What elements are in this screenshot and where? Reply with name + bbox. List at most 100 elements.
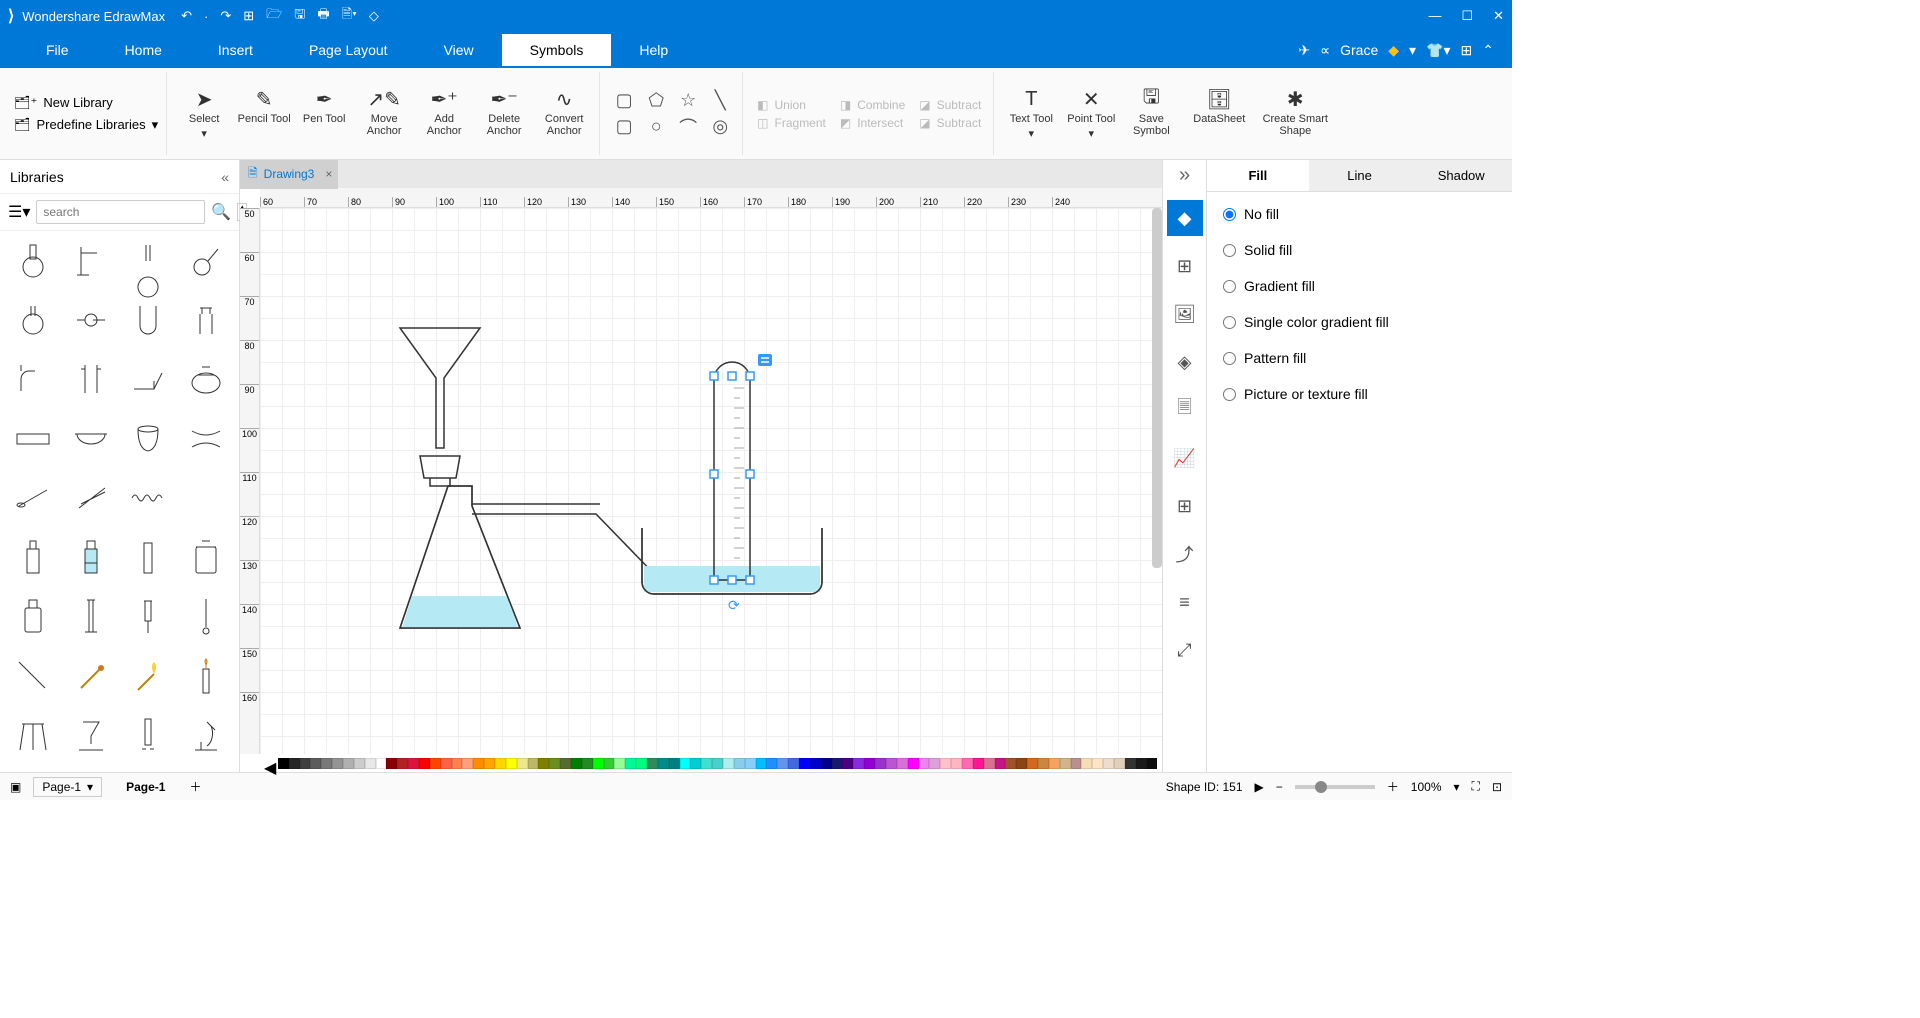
pen-tool[interactable]: ✒Pen Tool: [297, 87, 351, 125]
text-tool[interactable]: TText Tool▾: [1004, 87, 1058, 140]
color-swatch[interactable]: [1081, 758, 1092, 769]
fill-panel-icon[interactable]: ◆: [1167, 200, 1203, 236]
color-swatch[interactable]: [495, 758, 506, 769]
color-swatch[interactable]: [701, 758, 712, 769]
tshirt-icon[interactable]: 👕▾: [1426, 42, 1450, 59]
star-shape[interactable]: ☆: [678, 91, 698, 111]
fill-option-gradient[interactable]: Gradient fill: [1223, 278, 1496, 294]
shape-connector[interactable]: [64, 296, 118, 344]
fill-option-nofill[interactable]: No fill: [1223, 206, 1496, 222]
search-input[interactable]: [36, 200, 205, 224]
page-selector[interactable]: Page-1▾: [33, 777, 102, 797]
color-swatch[interactable]: [452, 758, 463, 769]
color-swatch[interactable]: [1027, 758, 1038, 769]
save-icon[interactable]: 🖫: [294, 5, 305, 27]
color-swatch[interactable]: [723, 758, 734, 769]
color-swatch[interactable]: [842, 758, 853, 769]
shape-microscope[interactable]: [179, 711, 233, 759]
shape-tweezers[interactable]: [64, 474, 118, 522]
color-swatch[interactable]: [376, 758, 387, 769]
color-swatch[interactable]: [886, 758, 897, 769]
prop-tab-fill[interactable]: Fill: [1207, 160, 1309, 191]
shape-tray[interactable]: [6, 415, 60, 463]
color-swatch[interactable]: [821, 758, 832, 769]
color-swatch[interactable]: [636, 758, 647, 769]
color-swatch[interactable]: [1103, 758, 1114, 769]
color-swatch[interactable]: [951, 758, 962, 769]
page-tab[interactable]: Page-1: [114, 778, 177, 796]
color-swatch[interactable]: [549, 758, 560, 769]
zoom-in-icon[interactable]: ＋: [1387, 778, 1399, 795]
canvas-scrollbar-v[interactable]: [1152, 208, 1162, 568]
minimize-icon[interactable]: —: [1428, 8, 1441, 24]
add-page-icon[interactable]: ＋: [189, 778, 201, 795]
color-swatch[interactable]: [419, 758, 430, 769]
color-swatch[interactable]: [832, 758, 843, 769]
radio-gradient[interactable]: [1223, 280, 1236, 293]
pentagon-shape[interactable]: ⬠: [646, 91, 666, 111]
apps-icon[interactable]: ⊞: [1461, 42, 1473, 59]
shape-cylinder[interactable]: [122, 533, 176, 581]
color-swatch[interactable]: [940, 758, 951, 769]
redo-icon[interactable]: ↷: [220, 8, 231, 24]
color-swatch[interactable]: [1071, 758, 1082, 769]
shape-flask[interactable]: [6, 237, 60, 285]
color-swatch[interactable]: [647, 758, 658, 769]
add-anchor-tool[interactable]: ✒⁺Add Anchor: [417, 87, 471, 137]
fill-option-singlegradient[interactable]: Single color gradient fill: [1223, 314, 1496, 330]
zoom-level[interactable]: 100%: [1411, 780, 1442, 794]
new-library-button[interactable]: 🗂⁺New Library: [14, 95, 113, 111]
spiral-shape[interactable]: ◎: [710, 117, 730, 137]
table-panel-icon[interactable]: ⊞: [1167, 488, 1203, 524]
color-swatch[interactable]: [1114, 758, 1125, 769]
zoom-slider[interactable]: [1295, 785, 1375, 789]
export-icon[interactable]: 🗎▾: [342, 5, 357, 27]
undo-icon[interactable]: ↶: [181, 8, 192, 24]
zoom-out-icon[interactable]: −: [1276, 780, 1283, 794]
color-swatch[interactable]: [506, 758, 517, 769]
canvas[interactable]: ⟳: [260, 208, 1162, 754]
radio-pattern[interactable]: [1223, 352, 1236, 365]
menu-page-layout[interactable]: Page Layout: [281, 34, 416, 66]
shape-nail[interactable]: [6, 652, 60, 700]
color-swatch[interactable]: [908, 758, 919, 769]
shape-burette[interactable]: [122, 711, 176, 759]
align-panel-icon[interactable]: ≡: [1167, 584, 1203, 620]
shape-reagent-bottle[interactable]: [64, 533, 118, 581]
radio-singlegradient[interactable]: [1223, 316, 1236, 329]
shape-condenser[interactable]: [64, 355, 118, 403]
color-swatch[interactable]: [984, 758, 995, 769]
color-swatch[interactable]: [919, 758, 930, 769]
union-button[interactable]: ◧Union: [757, 98, 826, 112]
shape-utube[interactable]: [122, 296, 176, 344]
color-swatch[interactable]: [430, 758, 441, 769]
circle-shape[interactable]: ○: [646, 117, 666, 137]
menu-view[interactable]: View: [416, 34, 502, 66]
shape-syringe[interactable]: [122, 592, 176, 640]
color-swatch[interactable]: [397, 758, 408, 769]
menu-symbols[interactable]: Symbols: [502, 34, 612, 66]
maximize-icon[interactable]: ☐: [1461, 8, 1473, 24]
color-swatch[interactable]: [625, 758, 636, 769]
shape-match[interactable]: [64, 652, 118, 700]
color-swatch[interactable]: [484, 758, 495, 769]
radio-solid[interactable]: [1223, 244, 1236, 257]
point-tool[interactable]: ✕Point Tool▾: [1064, 87, 1118, 140]
color-swatch[interactable]: [473, 758, 484, 769]
document-tab[interactable]: 🗎 Drawing3 ×: [240, 160, 338, 189]
menu-file[interactable]: File: [18, 34, 97, 66]
rect-shape[interactable]: ▢: [614, 91, 634, 111]
shape-volumetric-flask[interactable]: [122, 237, 176, 285]
create-smart-shape-button[interactable]: ✱Create Smart Shape: [1260, 87, 1330, 137]
color-swatch[interactable]: [408, 758, 419, 769]
shape-misc[interactable]: [179, 474, 233, 522]
color-swatch[interactable]: [278, 758, 289, 769]
color-swatch[interactable]: [289, 758, 300, 769]
collapse-ribbon-icon[interactable]: ⌃: [1482, 42, 1494, 59]
close-tab-icon[interactable]: ×: [325, 167, 332, 181]
image-panel-icon[interactable]: 🖼: [1167, 296, 1203, 332]
collapse-left-icon[interactable]: «: [221, 169, 229, 185]
color-swatch[interactable]: [560, 758, 571, 769]
drawing-trough-testtube[interactable]: ⟳: [642, 358, 852, 638]
save-symbol-button[interactable]: 🖫Save Symbol: [1124, 87, 1178, 137]
